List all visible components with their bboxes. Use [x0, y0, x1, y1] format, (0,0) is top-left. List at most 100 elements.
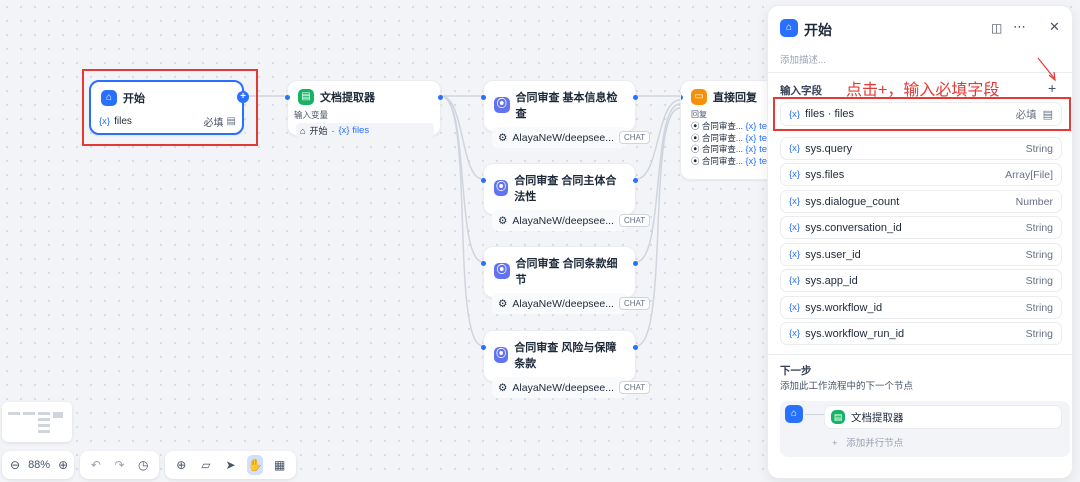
layout-icon[interactable]: ◫: [991, 21, 1002, 35]
redo-icon[interactable]: ↷: [112, 455, 128, 475]
llm-icon: ⦿: [494, 347, 509, 363]
zoom-level[interactable]: 88%: [28, 459, 50, 471]
undo-icon[interactable]: ↶: [88, 455, 104, 475]
var-row[interactable]: {x} sys.conversation_id String: [780, 216, 1062, 239]
var-type: String: [1025, 301, 1053, 314]
var-row[interactable]: {x} sys.workflow_run_id String: [780, 322, 1062, 345]
next-step-area: ⌂ ▤ 文档提取器 + 添加并行节点: [780, 401, 1070, 457]
zoom-in-icon[interactable]: ⊕: [58, 455, 68, 475]
llm-icon: ⦿: [691, 155, 700, 166]
var-row[interactable]: {x} sys.files Array[File]: [780, 163, 1062, 186]
var-name: sys.user_id: [805, 248, 861, 261]
node-handle[interactable]: [633, 95, 638, 100]
var-row[interactable]: {x} sys.user_id String: [780, 243, 1062, 266]
doc-extractor-icon: ▤: [298, 89, 314, 105]
node-handle[interactable]: [285, 95, 290, 100]
reply-node-title: 直接回复: [713, 92, 757, 104]
model-icon: ⚙: [498, 214, 508, 227]
plus-icon: +: [832, 438, 838, 449]
next-node-label: 文档提取器: [851, 411, 904, 424]
divider: [768, 72, 1072, 73]
node-handle[interactable]: [633, 345, 638, 350]
llm-icon: ⦿: [691, 121, 700, 131]
node-handle[interactable]: [481, 345, 486, 350]
history-icon[interactable]: ◷: [135, 455, 151, 475]
node-settings-panel: ⌂ 开始 ◫ ⋯ ✕ 添加描述... 输入字段 点击+，输入必填字段 + {x}…: [767, 5, 1073, 479]
minimap[interactable]: [2, 402, 72, 442]
next-node-item[interactable]: ▤ 文档提取器: [824, 405, 1062, 429]
review-node-title: 合同审查 基本信息检查: [515, 92, 618, 120]
annotation-arrow: [1037, 57, 1056, 82]
note-icon[interactable]: ▱: [198, 455, 215, 475]
pointer-icon[interactable]: ➤: [222, 455, 239, 475]
review-node-title: 合同审查 合同主体合法性: [514, 175, 617, 203]
llm-icon: ⦿: [494, 263, 510, 279]
llm-icon: ⦿: [691, 132, 700, 143]
var-name: sys.conversation_id: [805, 221, 902, 234]
zoom-out-icon[interactable]: ⊖: [10, 455, 20, 475]
node-handle[interactable]: [438, 95, 443, 100]
var-name: sys.dialogue_count: [805, 195, 900, 208]
organize-icon[interactable]: ▦: [271, 455, 288, 475]
chat-badge: CHAT: [618, 297, 651, 310]
next-step-desc: 添加此工作流程中的下一个节点: [780, 381, 914, 392]
node-handle[interactable]: [481, 261, 486, 266]
chat-badge: CHAT: [618, 381, 651, 394]
var-row-files[interactable]: {x} files · files 必填 ▤: [780, 102, 1062, 126]
input-fields-label: 输入字段: [780, 85, 822, 97]
model-selector: ⚙ AlayaNeW/deepsee... CHAT: [492, 293, 651, 314]
node-handle[interactable]: [633, 178, 638, 183]
selection-highlight: [82, 69, 258, 146]
model-icon: ⚙: [498, 381, 508, 394]
reply-icon: ▭: [691, 89, 707, 105]
var-name: sys.workflow_run_id: [805, 327, 905, 340]
model-selector: ⚙ AlayaNeW/deepsee... CHAT: [492, 210, 651, 231]
chat-badge: CHAT: [618, 131, 651, 144]
model-selector: ⚙ AlayaNeW/deepsee... CHAT: [492, 127, 651, 148]
review-node[interactable]: ⦿ 合同审查 合同主体合法性 ⚙ AlayaNeW/deepsee... CHA…: [481, 163, 651, 231]
history-toolbar: ↶ ↷ ◷: [80, 451, 159, 479]
hand-icon[interactable]: ✋: [246, 455, 264, 475]
close-icon[interactable]: ✕: [1049, 19, 1060, 35]
var-type: Number: [1015, 195, 1053, 208]
node-handle[interactable]: [633, 261, 638, 266]
panel-title[interactable]: 开始: [804, 20, 832, 40]
llm-icon: ⦿: [494, 180, 509, 196]
var-name: sys.files: [805, 168, 845, 181]
review-node[interactable]: ⦿ 合同审查 合同条款细节 ⚙ AlayaNeW/deepsee... CHAT: [481, 246, 651, 314]
connector-line: [805, 414, 825, 415]
add-block-icon[interactable]: ⊕: [173, 455, 190, 475]
doc-icon: ▤: [1042, 108, 1053, 121]
next-step-title: 下一步: [780, 365, 812, 377]
model-icon: ⚙: [498, 131, 508, 144]
input-var-chip: ⌂ 开始 · {x} files: [296, 123, 434, 138]
var-row[interactable]: {x} sys.query String: [780, 137, 1062, 160]
home-icon: ⌂: [785, 405, 803, 423]
home-icon: ⌂: [780, 19, 798, 37]
home-icon: ⌂: [300, 125, 306, 136]
var-type: String: [1025, 248, 1053, 261]
required-badge: 必填: [1015, 108, 1037, 121]
review-node[interactable]: ⦿ 合同审查 风险与保障条款 ⚙ AlayaNeW/deepsee... CHA…: [481, 330, 651, 398]
llm-icon: ⦿: [494, 97, 510, 113]
doc-extractor-icon: ▤: [831, 410, 845, 424]
node-handle[interactable]: [481, 95, 486, 100]
var-type: String: [1025, 274, 1053, 287]
add-parallel-button[interactable]: + 添加并行节点: [832, 435, 903, 449]
var-type: String: [1025, 142, 1053, 155]
review-node[interactable]: ⦿ 合同审查 基本信息检查 ⚙ AlayaNeW/deepsee... CHAT: [481, 80, 651, 148]
var-row[interactable]: {x} sys.workflow_id String: [780, 296, 1062, 319]
doc-extractor-node[interactable]: ▤ 文档提取器 输入变量 ⌂ 开始 · {x} files: [285, 80, 443, 138]
node-handle[interactable]: [481, 178, 486, 183]
chat-badge: CHAT: [618, 214, 651, 227]
input-var-label: 输入变量: [294, 110, 329, 120]
description-input[interactable]: 添加描述...: [780, 52, 826, 66]
var-name: sys.query: [805, 142, 853, 155]
canvas-toolbar: ⊕ ▱ ➤ ✋ ▦: [165, 451, 296, 479]
more-icon[interactable]: ⋯: [1013, 19, 1026, 35]
review-node-title: 合同审查 风险与保障条款: [514, 342, 617, 370]
var-row[interactable]: {x} sys.dialogue_count Number: [780, 190, 1062, 213]
model-selector: ⚙ AlayaNeW/deepsee... CHAT: [492, 377, 651, 398]
doc-node-title: 文档提取器: [320, 92, 375, 104]
var-row[interactable]: {x} sys.app_id String: [780, 269, 1062, 292]
